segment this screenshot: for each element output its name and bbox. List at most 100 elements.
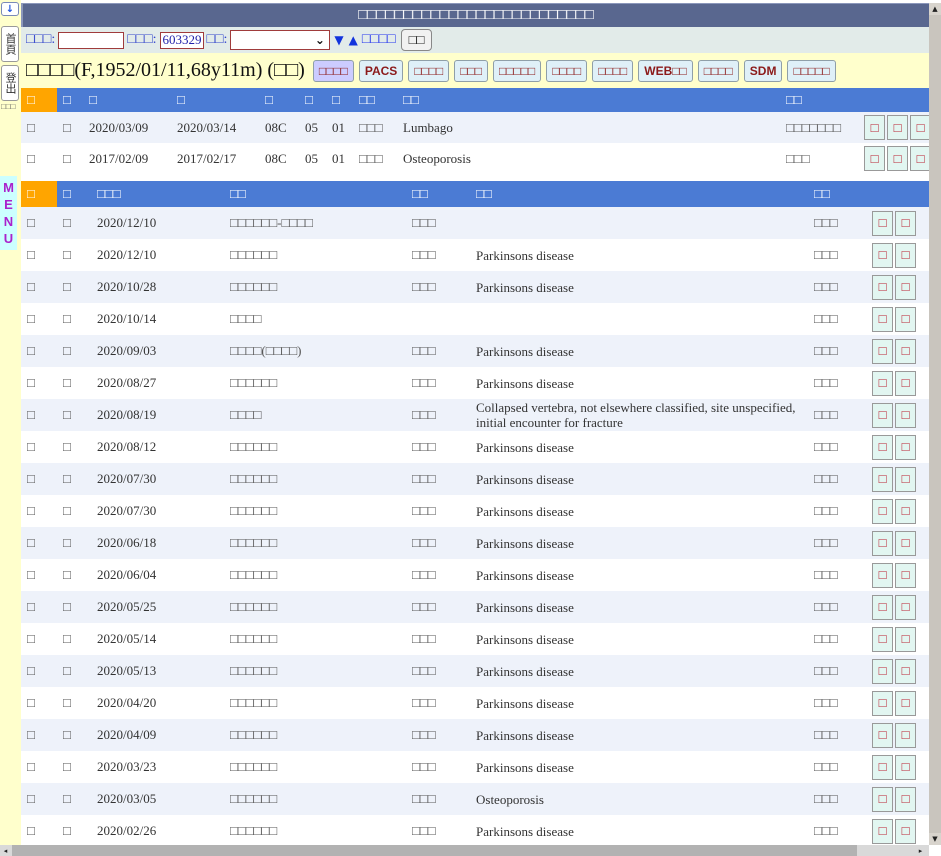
problem-header-select[interactable]: □ <box>21 88 57 112</box>
menu-vertical-label[interactable]: MENU <box>0 176 17 250</box>
visit-check-box[interactable]: □ <box>57 303 91 335</box>
visit-action-button-1[interactable]: □ <box>872 275 893 300</box>
problem-header-code[interactable]: □ <box>259 88 299 112</box>
visit-action-button-1[interactable]: □ <box>872 371 893 396</box>
visit-check-box[interactable]: □ <box>57 623 91 655</box>
problem-header-dept[interactable]: □□ <box>780 88 862 112</box>
visit-action-button-2[interactable]: □ <box>895 819 916 844</box>
visit-header-check[interactable]: □ <box>57 181 91 207</box>
visit-select-box[interactable]: □ <box>21 623 57 655</box>
visit-action-button-1[interactable]: □ <box>872 531 893 556</box>
visit-select-box[interactable]: □ <box>21 815 57 847</box>
problem-action-button-3[interactable]: □ <box>910 146 929 171</box>
sidebar-tab-logout[interactable]: 登出 <box>1 65 19 101</box>
visit-check-box[interactable]: □ <box>57 591 91 623</box>
scroll-down-icon[interactable]: ▼ <box>929 833 941 845</box>
problem-header-date-from[interactable]: □ <box>83 88 171 112</box>
problem-select-box[interactable]: □ <box>21 112 57 143</box>
visit-action-button-2[interactable]: □ <box>895 531 916 556</box>
visit-select-box[interactable]: □ <box>21 687 57 719</box>
visit-action-button-1[interactable]: □ <box>872 467 893 492</box>
problem-select-box[interactable]: □ <box>21 143 57 174</box>
patient-action-button[interactable]: □□□□ <box>592 60 633 82</box>
visit-action-button-1[interactable]: □ <box>872 819 893 844</box>
chevron-down-icon[interactable]: ⌄ <box>311 32 328 48</box>
visit-select-box[interactable]: □ <box>21 495 57 527</box>
patient-action-button[interactable]: □□□□□ <box>787 60 835 82</box>
visit-check-box[interactable]: □ <box>57 431 91 463</box>
visit-check-box[interactable]: □ <box>57 335 91 367</box>
visit-check-box[interactable]: □ <box>57 495 91 527</box>
collapse-arrow-icon[interactable]: ↓ <box>1 2 19 16</box>
sidebar-tab-home[interactable]: 首頁 <box>1 26 19 62</box>
visit-action-button-2[interactable]: □ <box>895 691 916 716</box>
visit-select-box[interactable]: □ <box>21 239 57 271</box>
visit-select-box[interactable]: □ <box>21 431 57 463</box>
visit-action-button-2[interactable]: □ <box>895 211 916 236</box>
visit-select-box[interactable]: □ <box>21 527 57 559</box>
visit-check-box[interactable]: □ <box>57 687 91 719</box>
visit-action-button-2[interactable]: □ <box>895 787 916 812</box>
visit-select-box[interactable]: □ <box>21 335 57 367</box>
visit-check-box[interactable]: □ <box>57 367 91 399</box>
visit-check-box[interactable]: □ <box>57 399 91 431</box>
problem-header-date-to[interactable]: □ <box>171 88 259 112</box>
visit-action-button-1[interactable]: □ <box>872 403 893 428</box>
visit-action-button-2[interactable]: □ <box>895 627 916 652</box>
visit-action-button-2[interactable]: □ <box>895 563 916 588</box>
chart-number-input[interactable] <box>58 32 124 49</box>
visit-action-button-1[interactable]: □ <box>872 659 893 684</box>
visit-select-box[interactable]: □ <box>21 719 57 751</box>
patient-action-button[interactable]: □□□□ <box>313 60 354 82</box>
visit-action-button-1[interactable]: □ <box>872 499 893 524</box>
visit-action-button-1[interactable]: □ <box>872 563 893 588</box>
problem-header-check[interactable]: □ <box>57 88 83 112</box>
problem-action-button-1[interactable]: □ <box>864 115 885 140</box>
problem-action-button-3[interactable]: □ <box>910 115 929 140</box>
patient-action-button[interactable]: SDM <box>744 60 783 82</box>
visit-check-box[interactable]: □ <box>57 655 91 687</box>
visit-check-box[interactable]: □ <box>57 815 91 847</box>
visit-action-button-1[interactable]: □ <box>872 627 893 652</box>
visit-action-button-1[interactable]: □ <box>872 339 893 364</box>
visit-select-box[interactable]: □ <box>21 655 57 687</box>
visit-action-button-2[interactable]: □ <box>895 371 916 396</box>
horizontal-scrollbar-thumb[interactable] <box>12 845 857 856</box>
problem-header-n1[interactable]: □ <box>299 88 326 112</box>
patient-action-button[interactable]: □□□□ <box>408 60 449 82</box>
visit-action-button-2[interactable]: □ <box>895 307 916 332</box>
visit-select-box[interactable]: □ <box>21 207 57 239</box>
search-button[interactable]: □□ <box>401 29 433 51</box>
visit-select-box[interactable]: □ <box>21 463 57 495</box>
visit-action-button-2[interactable]: □ <box>895 275 916 300</box>
visit-select-box[interactable]: □ <box>21 783 57 815</box>
patient-action-button[interactable]: □□□□ <box>546 60 587 82</box>
visit-select-box[interactable]: □ <box>21 367 57 399</box>
visit-header-name[interactable]: □□ <box>808 181 870 207</box>
patient-action-button[interactable]: WEB□□ <box>638 60 693 82</box>
visit-select-box[interactable]: □ <box>21 271 57 303</box>
sort-descending-icon[interactable]: ▼ <box>334 33 343 47</box>
sort-ascending-icon[interactable]: ▲ <box>349 33 358 47</box>
horizontal-scrollbar[interactable]: ◂ ▸ <box>0 845 929 856</box>
visit-check-box[interactable]: □ <box>57 527 91 559</box>
visit-select-box[interactable]: □ <box>21 559 57 591</box>
visit-action-button-1[interactable]: □ <box>872 211 893 236</box>
patient-action-button[interactable]: □□□□□ <box>493 60 541 82</box>
visit-header-dept[interactable]: □□ <box>224 181 406 207</box>
problem-header-diagnosis[interactable]: □□ <box>397 88 780 112</box>
scroll-right-icon[interactable]: ▸ <box>915 845 926 856</box>
visit-action-button-2[interactable]: □ <box>895 595 916 620</box>
problem-action-button-2[interactable]: □ <box>887 115 908 140</box>
scroll-left-icon[interactable]: ◂ <box>0 845 11 856</box>
visit-check-box[interactable]: □ <box>57 271 91 303</box>
visit-header-date[interactable]: □□□ <box>91 181 224 207</box>
visit-action-button-1[interactable]: □ <box>872 755 893 780</box>
problem-header-label[interactable]: □□ <box>353 88 397 112</box>
problem-check-box[interactable]: □ <box>57 112 83 143</box>
patient-action-button[interactable]: □□□ <box>454 60 488 82</box>
visit-action-button-1[interactable]: □ <box>872 787 893 812</box>
problem-header-n2[interactable]: □ <box>326 88 353 112</box>
visit-select-box[interactable]: □ <box>21 751 57 783</box>
visit-action-button-2[interactable]: □ <box>895 403 916 428</box>
